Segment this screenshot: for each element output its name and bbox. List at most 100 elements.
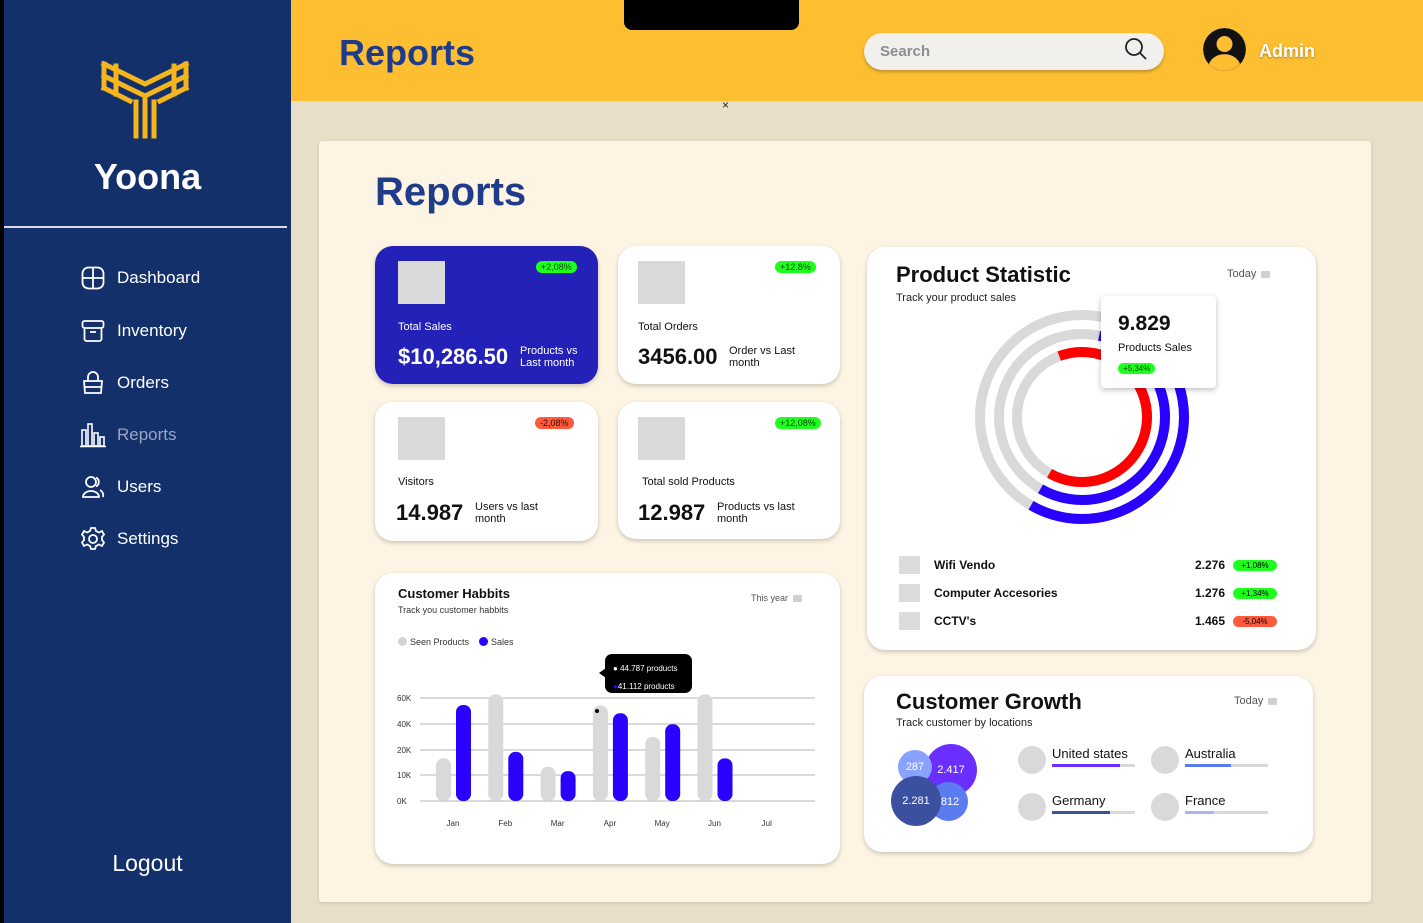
product-total-label: Products Sales <box>1118 342 1192 354</box>
top-bar: Reports Admin <box>291 0 1423 101</box>
product-name: Wifi Vendo <box>934 558 996 572</box>
country-germany[interactable]: Germany <box>1018 793 1135 821</box>
users-icon <box>80 474 106 500</box>
kpi-label: Total Orders <box>638 321 698 333</box>
avatar[interactable] <box>1203 28 1246 71</box>
product-thumb <box>899 556 920 574</box>
grid-icon <box>80 265 106 291</box>
tooltip-seen: ● 44.787 products <box>613 664 678 673</box>
product-name: Computer Accesories <box>934 586 1058 600</box>
kpi-label: Total sold Products <box>642 476 735 488</box>
logout-button[interactable]: Logout <box>4 850 291 877</box>
kpi-value: 3456.00 <box>638 344 718 369</box>
kpi-card-total-sales[interactable]: +2,08% Total Sales $10,286.50 Products v… <box>375 246 598 384</box>
product-value: 2.276 <box>1194 558 1225 572</box>
bar-seen <box>645 737 661 801</box>
list-item[interactable]: CCTV's 1.465 -5,04% <box>899 611 1277 631</box>
country-progress <box>1185 811 1268 814</box>
kpi-note: Products vs Last month <box>520 345 578 369</box>
kpi-value: 12.987 <box>638 500 706 525</box>
bar-sales <box>717 758 733 801</box>
list-item[interactable]: Wifi Vendo 2.276 +1,08% <box>899 555 1277 575</box>
bar-sales <box>665 724 681 801</box>
period-dropdown[interactable]: Today <box>1227 268 1271 280</box>
sidebar-item-settings[interactable]: Settings <box>80 524 178 554</box>
product-name: CCTV's <box>934 614 977 628</box>
country-progress <box>1052 811 1135 814</box>
country-name: Australia <box>1185 746 1236 761</box>
x-tick-label: Jul <box>762 819 772 828</box>
bar-sales <box>560 771 576 801</box>
yoona-logo <box>100 60 190 139</box>
trend-badge: +1,08% <box>1233 559 1277 571</box>
y-tick-label: 0K <box>397 797 407 806</box>
customer-growth-card: Customer Growth Track customer by locati… <box>864 676 1313 852</box>
tooltip-pointer <box>599 668 606 678</box>
country-france[interactable]: France <box>1151 793 1268 821</box>
kpi-note: Products vs last month <box>717 501 795 525</box>
close-icon[interactable]: × <box>722 98 729 112</box>
shopping-bag-icon <box>80 370 106 396</box>
country-name: France <box>1185 793 1226 808</box>
bar-sales <box>508 751 524 801</box>
country-name: United states <box>1052 746 1128 761</box>
bar-seen <box>540 766 556 801</box>
camera-notch <box>624 0 799 30</box>
x-tick-label: Jun <box>708 819 721 828</box>
sidebar-item-label: Orders <box>117 373 169 392</box>
search-box[interactable] <box>864 33 1164 70</box>
kpi-image-placeholder <box>638 261 685 304</box>
sidebar-item-users[interactable]: Users <box>80 472 161 502</box>
period-label: Today <box>1234 695 1264 707</box>
trend-badge: +2,08% <box>536 261 577 273</box>
kpi-card-total-sold-products[interactable]: +12,08% Total sold Products 12.987 Produ… <box>618 402 840 539</box>
country-progress <box>1052 764 1135 767</box>
country-flag-placeholder <box>1018 746 1046 774</box>
country-flag-placeholder <box>1018 793 1046 821</box>
product-statistic-card: Product Statistic Track your product sal… <box>867 247 1316 650</box>
product-value: 1.465 <box>1194 614 1225 628</box>
customer-habits-chart: 60K 40K 20K 10K 0K Jan Feb Mar Apr May Jun Jul <box>397 694 815 828</box>
chevron-down-icon <box>1261 270 1271 278</box>
chevron-down-icon <box>1268 697 1278 705</box>
sidebar-item-inventory[interactable]: Inventory <box>80 316 187 346</box>
trend-badge: -2,08% <box>535 417 574 429</box>
sidebar-divider <box>4 226 287 228</box>
sidebar-item-dashboard[interactable]: Dashboard <box>80 263 200 293</box>
search-icon[interactable] <box>1124 37 1148 66</box>
x-tick-label: Mar <box>551 819 565 828</box>
country-australia[interactable]: Australia <box>1151 746 1268 774</box>
list-item[interactable]: Computer Accesories 1.276 +1,34% <box>899 583 1277 603</box>
x-tick-label: Apr <box>604 819 617 828</box>
bubble-label: 2.281 <box>902 795 930 807</box>
trend-badge: +5,34% <box>1118 363 1156 374</box>
bar-seen <box>488 694 504 801</box>
kpi-image-placeholder <box>398 261 445 304</box>
country-name: Germany <box>1052 793 1106 808</box>
period-dropdown[interactable]: Today <box>1234 695 1278 707</box>
bar-sales <box>456 705 471 801</box>
sidebar-item-label: Users <box>117 477 162 496</box>
user-name[interactable]: Admin <box>1259 41 1315 62</box>
country-united-states[interactable]: United states <box>1018 746 1135 774</box>
bubble-2281: 2.281 <box>891 776 941 826</box>
gear-icon <box>80 526 106 552</box>
sidebar-item-reports[interactable]: Reports <box>80 420 177 450</box>
kpi-value: $10,286.50 <box>398 344 509 369</box>
bar-sales <box>612 713 628 801</box>
kpi-note: Order vs Last month <box>729 345 796 369</box>
search-input[interactable] <box>880 43 1124 60</box>
product-thumb <box>899 612 920 630</box>
sidebar-item-orders[interactable]: Orders <box>80 368 169 398</box>
tooltip-sales-value: 41.112 products <box>617 682 675 691</box>
kpi-card-total-orders[interactable]: +12.8% Total Orders 3456.00 Order vs Las… <box>618 246 840 384</box>
card-title: Customer Growth <box>896 689 1082 714</box>
kpi-card-visitors[interactable]: -2,08% Visitors 14.987 Users vs last mon… <box>375 402 598 541</box>
sidebar-item-label: Inventory <box>117 321 187 340</box>
kpi-label: Total Sales <box>398 321 452 333</box>
sidebar-item-label: Reports <box>117 425 177 444</box>
card-title: Product Statistic <box>896 262 1071 287</box>
bar-seen <box>697 694 713 801</box>
product-total: 9.829 <box>1118 312 1171 335</box>
tooltip-seen-value: 44.787 products <box>620 664 678 673</box>
